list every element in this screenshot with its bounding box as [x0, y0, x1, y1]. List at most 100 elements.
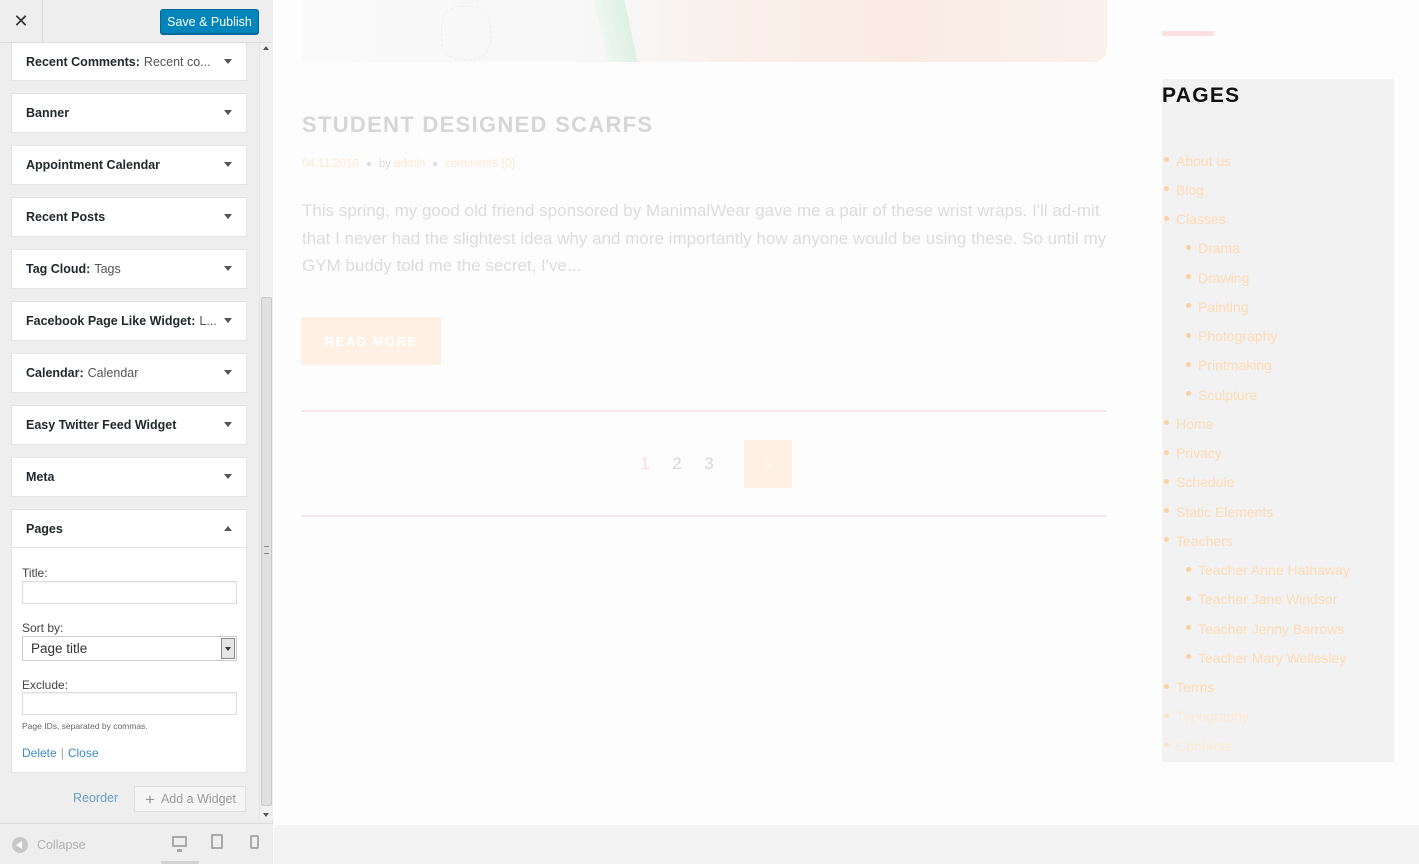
exclude-input[interactable] [22, 692, 237, 715]
mobile-preview-icon[interactable] [250, 835, 259, 849]
widget-name: Calendar: [26, 366, 84, 380]
sidebar-scrollbar[interactable] [259, 43, 273, 820]
expand-arrow-icon[interactable] [224, 370, 232, 375]
read-more-button[interactable]: READ MORE [301, 317, 441, 365]
widget-list: Recent Comments: Recent co... Banner Appo… [11, 43, 247, 773]
delete-link[interactable]: Delete [22, 746, 57, 760]
add-widget-button[interactable]: + Add a Widget [134, 786, 246, 812]
title-input[interactable] [22, 581, 237, 604]
page-list-subitem[interactable]: Printmaking [1162, 351, 1350, 380]
widget-pages-expanded: Pages Title: Sort by: Page title Exclude… [11, 509, 247, 773]
widget-meta[interactable]: Meta [11, 457, 247, 497]
reorder-link[interactable]: Reorder [73, 791, 118, 805]
sort-by-value: Page title [31, 641, 88, 656]
post-comments[interactable]: comments (0) [445, 158, 515, 170]
page-list-item[interactable]: Terms [1162, 673, 1350, 702]
widget-recent-posts[interactable]: Recent Posts [11, 197, 247, 237]
widget-easy-twitter-feed[interactable]: Easy Twitter Feed Widget [11, 405, 247, 445]
post-date[interactable]: 04.11.2016 [302, 158, 359, 170]
page-link[interactable]: 3 [693, 454, 725, 474]
pagination: 1 2 3 › [629, 440, 792, 488]
site-preview: STUDENT DESIGNED SCARFS 04.11.2016 by ad… [274, 0, 1419, 864]
save-publish-button[interactable]: Save & Publish [160, 9, 259, 34]
widget-title: Tag Cloud: Tags [26, 250, 216, 288]
expand-arrow-icon[interactable] [224, 58, 232, 64]
page-list-item[interactable]: Teachers [1162, 526, 1350, 555]
exclude-label: Exclude: [22, 678, 69, 692]
next-page-icon[interactable]: › [744, 440, 792, 488]
post-author[interactable]: admin [394, 158, 425, 170]
widget-title: Meta [26, 458, 216, 496]
expand-arrow-icon[interactable] [224, 474, 232, 479]
page-list-item[interactable]: Contacts [1162, 731, 1350, 760]
pages-heading: PAGES [1162, 84, 1241, 107]
page-list-item[interactable]: Classes [1162, 205, 1350, 234]
page-list-subitem[interactable]: Photography [1162, 322, 1350, 351]
widget-name: Appointment Calendar [26, 158, 161, 172]
pages-widget: PAGES About us Blog Classes Drama Drawing Pai… [1162, 79, 1394, 762]
page-list-subitem[interactable]: Teacher Jenny Barrows [1162, 614, 1350, 643]
page-list-subitem[interactable]: Drama [1162, 234, 1350, 263]
expand-arrow-icon[interactable] [224, 266, 232, 271]
widget-calendar[interactable]: Calendar: Calendar [11, 353, 247, 393]
page-link-current[interactable]: 1 [629, 454, 661, 474]
scrollbar-thumb[interactable] [261, 297, 272, 806]
page-list-subitem[interactable]: Teacher Mary Wellesley [1162, 643, 1350, 672]
collapse-arrow-icon[interactable] [224, 525, 232, 531]
divider [301, 410, 1107, 412]
widget-title: Recent Comments: Recent co... [26, 43, 216, 80]
widget-title: Easy Twitter Feed Widget [26, 406, 216, 444]
widget-title: Pages [26, 510, 216, 547]
post-featured-image[interactable] [301, 0, 1107, 62]
widget-appointment-calendar[interactable]: Appointment Calendar [11, 145, 247, 185]
page-list-item[interactable]: Privacy [1162, 439, 1350, 468]
widget-subtitle: L... [199, 314, 216, 328]
page-list-item[interactable]: Home [1162, 409, 1350, 438]
widget-pages-header[interactable]: Pages [12, 510, 246, 548]
collapse-button[interactable]: Collapse [12, 837, 86, 853]
page-list-item[interactable]: About us [1162, 146, 1350, 175]
widget-subtitle: Recent co... [143, 54, 211, 69]
sort-by-select[interactable]: Page title [22, 636, 237, 661]
exclude-help-text: Page IDs, separated by commas. [22, 721, 148, 731]
sort-by-label: Sort by: [22, 621, 64, 635]
widget-actions: Delete | Close [22, 746, 99, 760]
expand-arrow-icon[interactable] [224, 162, 232, 167]
page-list-item[interactable]: Static Elements [1162, 497, 1350, 526]
page-list-subitem[interactable]: Teacher Jane Windsor [1162, 585, 1350, 614]
page-link[interactable]: 2 [661, 454, 693, 474]
divider [301, 515, 1107, 517]
close-link[interactable]: Close [68, 746, 99, 760]
page-list-subitem[interactable]: Drawing [1162, 263, 1350, 292]
widget-banner[interactable]: Banner [11, 93, 247, 133]
page-list-item[interactable]: Typography [1162, 702, 1350, 731]
scroll-down-arrow-icon[interactable] [263, 813, 269, 817]
page-list-subitem[interactable]: Sculpture [1162, 380, 1350, 409]
separator: | [60, 746, 64, 760]
widget-tag-cloud[interactable]: Tag Cloud: Tags [11, 249, 247, 289]
tablet-preview-icon[interactable] [211, 834, 223, 849]
widget-title: Facebook Page Like Widget: L... [26, 302, 216, 340]
expand-arrow-icon[interactable] [224, 110, 232, 115]
page-list: About us Blog Classes Drama Drawing Painting P… [1162, 146, 1350, 760]
desktop-preview-icon[interactable] [172, 836, 187, 852]
expand-arrow-icon[interactable] [224, 318, 232, 323]
widget-recent-comments[interactable]: Recent Comments: Recent co... [11, 43, 247, 81]
widget-name: Recent Posts [26, 210, 106, 224]
dropdown-arrow-icon[interactable] [221, 638, 235, 659]
close-icon[interactable]: ✕ [0, 0, 43, 42]
expand-arrow-icon[interactable] [224, 214, 232, 219]
page-list-item[interactable]: Schedule [1162, 468, 1350, 497]
scroll-up-arrow-icon[interactable] [263, 46, 269, 50]
widget-facebook-page-like[interactable]: Facebook Page Like Widget: L... [11, 301, 247, 341]
customizer-footer: Collapse [0, 823, 273, 864]
post-title[interactable]: STUDENT DESIGNED SCARFS [302, 112, 653, 138]
page-list-subitem[interactable]: Painting [1162, 292, 1350, 321]
page-list-item[interactable]: Blog [1162, 175, 1350, 204]
widget-subtitle: Calendar [87, 366, 139, 380]
expand-arrow-icon[interactable] [224, 422, 232, 427]
title-label: Title: [22, 566, 48, 580]
page-list-subitem[interactable]: Teacher Anne Hathaway [1162, 556, 1350, 585]
meta-dot [433, 162, 438, 166]
scrollbar-grip-icon [264, 546, 269, 554]
